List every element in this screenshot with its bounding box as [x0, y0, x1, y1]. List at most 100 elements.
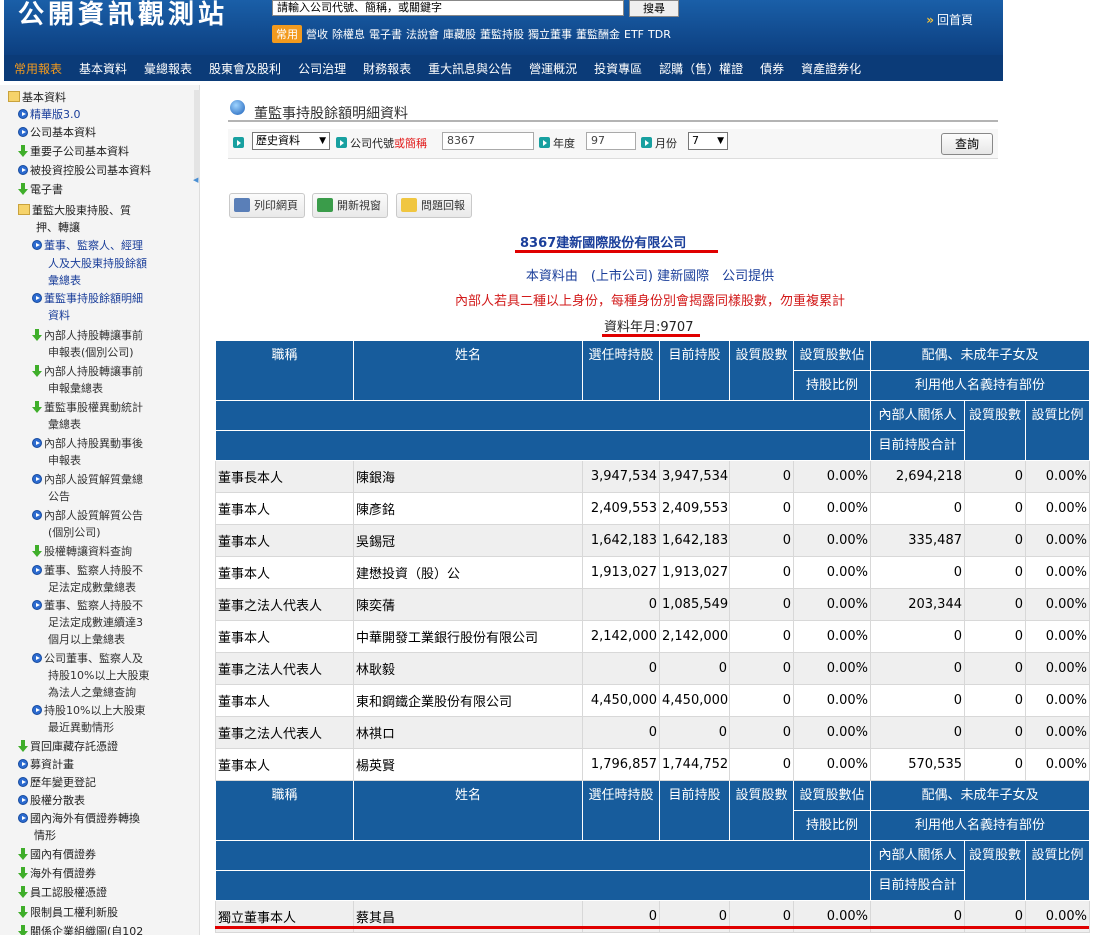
sidebar-item-holding-company[interactable]: 被投資控股公司基本資料 — [18, 162, 151, 180]
cell-elected: 0 — [582, 716, 660, 749]
header-sp-ratio: 設質比例 — [1025, 400, 1090, 461]
cell-sp-pledged: 0 — [964, 460, 1026, 493]
nav-bonds[interactable]: 債券 — [760, 60, 784, 77]
sidebar-item-insider-change-after[interactable]: 內部人持股異動事後 — [32, 435, 143, 453]
company-heading: 8367建新國際股份有限公司 — [520, 236, 687, 251]
nav-investment[interactable]: 投資專區 — [594, 60, 642, 77]
home-link[interactable]: » 回首頁 — [926, 11, 973, 28]
header-elected: 選任時持股 — [582, 780, 660, 841]
cell-name: 楊英賢 — [353, 748, 583, 781]
sidebar-item-equity-transfer-query[interactable]: 股權轉讓資料查詢 — [32, 543, 132, 561]
cell-related: 0 — [870, 684, 965, 717]
site-logo[interactable]: 公開資訊觀測站 — [18, 0, 228, 31]
query-button[interactable]: 查詢 — [941, 133, 993, 155]
sidebar-item-insufficient-3months[interactable]: 董事、監察人持股不 — [32, 597, 143, 615]
sidebar-item-company-basic[interactable]: 公司基本資料 — [18, 124, 96, 142]
quick-link-tdr[interactable]: TDR — [648, 28, 671, 41]
sidebar-item-essential[interactable]: 精華版3.0 — [18, 106, 81, 124]
nav-operations[interactable]: 營運概況 — [529, 60, 577, 77]
quick-badge: 常用 — [272, 25, 302, 43]
nav-governance[interactable]: 公司治理 — [298, 60, 346, 77]
cell-related: 0 — [870, 620, 965, 653]
nav-securitization[interactable]: 資產證券化 — [801, 60, 861, 77]
header-pledged-ratio: 設質股數佔 — [793, 780, 871, 811]
header-spouse-2: 利用他人名義持有部份 — [870, 810, 1090, 841]
year-input[interactable]: 97 — [586, 132, 636, 150]
sidebar-item-insufficient-holding[interactable]: 董事、監察人持股不 — [32, 562, 143, 580]
month-select[interactable]: 7 ▼ — [688, 132, 728, 150]
sidebar[interactable]: 基本資料 精華版3.0 公司基本資料 重要子公司基本資料 被投資控股公司基本資料… — [0, 85, 200, 935]
cell-ratio: 0.00% — [793, 716, 871, 749]
sidebar-item-pledge-individual[interactable]: 內部人設質解質公告 — [32, 507, 143, 525]
history-select[interactable]: 歷史資料 ▼ — [252, 132, 330, 150]
sidebar-item-buyback-tdr[interactable]: 買回庫藏存託憑證 — [18, 738, 118, 756]
sidebar-item-insider-transfer-summary[interactable]: 內部人持股轉讓事前 — [32, 363, 143, 381]
header-name: 姓名 — [353, 340, 583, 401]
sidebar-collapse-handle[interactable] — [193, 90, 200, 184]
sidebar-item-insufficient-holding-2: 足法定成數彙總表 — [48, 581, 136, 594]
nav-basic-info[interactable]: 基本資料 — [79, 60, 127, 77]
sidebar-item-restricted-stock[interactable]: 限制員工權利新股 — [18, 904, 118, 922]
cell-pledged: 0 — [729, 684, 794, 717]
nav-common-reports[interactable]: 常用報表 — [14, 60, 62, 77]
sidebar-item-director-summary[interactable]: 董事、監察人、經理 — [32, 237, 143, 255]
arrow-bullet-icon — [32, 565, 42, 575]
search-button[interactable]: 搜尋 — [629, 0, 679, 17]
folder-icon — [18, 204, 30, 215]
quick-link-treasury[interactable]: 庫藏股 — [443, 26, 476, 42]
sidebar-item-insider-transfer-individual[interactable]: 內部人持股轉讓事前 — [32, 327, 143, 345]
cell-title: 董事本人 — [215, 492, 354, 525]
quick-link-director-holding[interactable]: 董監持股 — [480, 26, 524, 42]
sidebar-item-registration-changes[interactable]: 歷年變更登記 — [18, 774, 96, 792]
download-arrow-icon — [18, 925, 28, 935]
nav-major-announcements[interactable]: 重大訊息與公告 — [428, 60, 512, 77]
quick-link-investor-conf[interactable]: 法說會 — [406, 26, 439, 42]
sidebar-item-employee-warrants[interactable]: 員工認股權憑證 — [18, 884, 107, 902]
cell-pledged: 0 — [729, 716, 794, 749]
nav-shareholder-meeting[interactable]: 股東會及股利 — [209, 60, 281, 77]
quick-link-etf[interactable]: ETF — [624, 28, 644, 41]
cell-sp-pledged: 0 — [964, 524, 1026, 557]
feedback-button[interactable]: 問題回報 — [396, 193, 472, 218]
header-elected: 選任時持股 — [582, 340, 660, 401]
sidebar-item-pledge-summary[interactable]: 內部人設質解質彙總 — [32, 471, 143, 489]
cell-related: 335,487 — [870, 524, 965, 557]
sidebar-item-director-change-stats[interactable]: 董監事股權異動統計 — [32, 399, 143, 417]
nav-summary-reports[interactable]: 彙總報表 — [144, 60, 192, 77]
sidebar-item-director-balance-detail[interactable]: 董監事持股餘額明細 — [32, 290, 143, 308]
sidebar-item-subsidiary[interactable]: 重要子公司基本資料 — [18, 143, 129, 161]
quick-link-dividend[interactable]: 除權息 — [332, 26, 365, 42]
sidebar-item-shareholding-distribution[interactable]: 股權分散表 — [18, 792, 85, 810]
sidebar-item-affiliate-chart[interactable]: 關係企業組織圖(自102 — [18, 923, 143, 935]
cell-name: 林耿毅 — [353, 652, 583, 685]
sidebar-item-director-shareholding[interactable]: 董監大股東持股、質 — [18, 202, 131, 220]
quick-link-revenue[interactable]: 營收 — [306, 26, 328, 42]
cell-current: 2,409,553 — [659, 492, 730, 525]
nav-warrants[interactable]: 認購（售）權證 — [659, 60, 743, 77]
sidebar-item-overseas-securities[interactable]: 海外有價證券 — [18, 865, 96, 883]
new-window-button[interactable]: 開新視窗 — [312, 193, 388, 218]
quick-link-independent-director[interactable]: 獨立董事 — [528, 26, 572, 42]
cell-sp-pledged: 0 — [964, 556, 1026, 589]
sidebar-item-corporate-directors[interactable]: 公司董事、監察人及 — [32, 650, 143, 668]
sidebar-item-fundraising[interactable]: 募資計畫 — [18, 756, 74, 774]
nav-financial-reports[interactable]: 財務報表 — [363, 60, 411, 77]
sidebar-item-domestic-securities[interactable]: 國內有價證券 — [18, 846, 96, 864]
arrow-bullet-icon — [18, 759, 28, 769]
arrow-bullet-icon — [32, 293, 42, 303]
search-input[interactable]: 請輸入公司代號、簡稱，或關鍵字 — [272, 0, 624, 16]
sidebar-item-conversion[interactable]: 國內海外有價證券轉換 — [18, 810, 140, 828]
sidebar-item-major-shareholder-change[interactable]: 持股10%以上大股東 — [32, 702, 145, 720]
cell-ratio: 0.00% — [793, 492, 871, 525]
header-spouse-2: 利用他人名義持有部份 — [870, 370, 1090, 401]
quick-link-remuneration[interactable]: 董監酬金 — [576, 26, 620, 42]
company-code-input[interactable]: 8367 — [442, 132, 534, 150]
print-button[interactable]: 列印網頁 — [229, 193, 305, 218]
sidebar-item-ebook[interactable]: 電子書 — [18, 181, 63, 199]
arrow-bullet-icon — [233, 137, 244, 148]
arrow-bullet-icon — [18, 813, 28, 823]
sidebar-item-basic-data[interactable]: 基本資料 — [8, 89, 66, 107]
quick-link-ebook[interactable]: 電子書 — [369, 26, 402, 42]
cell-ratio: 0.00% — [793, 556, 871, 589]
arrow-bullet-icon — [18, 795, 28, 805]
